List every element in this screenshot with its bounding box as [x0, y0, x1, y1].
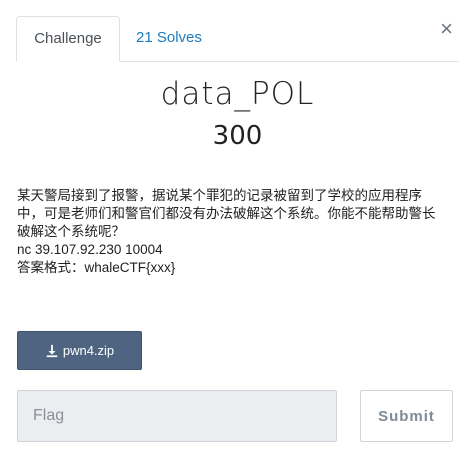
challenge-tabs: Challenge 21 Solves [16, 16, 459, 62]
submit-button[interactable]: Submit [360, 390, 453, 442]
tab-solves[interactable]: 21 Solves [120, 16, 218, 62]
download-icon [46, 344, 58, 357]
tab-challenge[interactable]: Challenge [16, 16, 120, 62]
download-file-label: pwn4.zip [62, 343, 115, 358]
challenge-description: 某天警局接到了报警，据说某个罪犯的记录被留到了学校的应用程序中，可是老师们和警官… [17, 187, 447, 277]
description-format: 答案格式：whaleCTF{xxx} [17, 260, 176, 275]
description-text: 某天警局接到了报警，据说某个罪犯的记录被留到了学校的应用程序中，可是老师们和警官… [17, 188, 436, 239]
flag-input[interactable] [17, 390, 337, 442]
description-connection: nc 39.107.92.230 10004 [17, 242, 163, 257]
close-icon[interactable]: × [440, 18, 453, 40]
download-file-button[interactable]: pwn4.zip [17, 331, 142, 370]
challenge-points: 300 [212, 121, 263, 151]
challenge-title: data_POL [160, 76, 315, 112]
